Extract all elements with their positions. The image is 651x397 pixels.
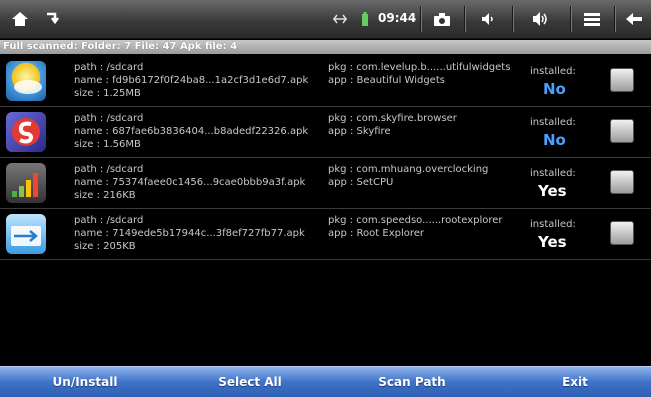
back-arrow-icon[interactable]	[618, 0, 650, 38]
battery-icon	[358, 0, 372, 38]
home-icon[interactable]	[6, 0, 34, 38]
select-all-button[interactable]: Select All	[185, 367, 315, 397]
skyfire-app-icon	[6, 112, 46, 152]
scan-summary: Full scanned: Folder: 7 File: 47 Apk fil…	[0, 40, 651, 54]
apk-package: pkg : com.levelup.b......utifulwidgets	[328, 62, 511, 73]
apk-size: size : 1.56MB	[74, 139, 141, 150]
apk-filename: name : 687fae6b3836404...b8adedf22326.ap…	[74, 126, 309, 137]
apk-filename: name : 75374faee0c1456...9cae0bbb9a3f.ap…	[74, 177, 306, 188]
root-explorer-app-icon	[6, 214, 46, 254]
list-item[interactable]: path : /sdcard name : 75374faee0c1456...…	[0, 158, 651, 209]
list-item[interactable]: path : /sdcard name : 7149ede5b17944c...…	[0, 209, 651, 260]
apk-package: pkg : com.skyfire.browser	[328, 113, 457, 124]
installed-status: No	[543, 80, 566, 98]
installed-label: installed:	[530, 66, 576, 77]
installed-status: No	[543, 131, 566, 149]
usb-icon	[330, 0, 350, 38]
apk-filename: name : 7149ede5b17944c...3f8ef727fb77.ap…	[74, 228, 305, 239]
exit-button[interactable]: Exit	[520, 367, 630, 397]
uninstall-button[interactable]: Un/Install	[20, 367, 150, 397]
clock: 09:44	[378, 11, 417, 25]
scan-path-button[interactable]: Scan Path	[347, 367, 477, 397]
apk-package: pkg : com.speedso......rootexplorer	[328, 215, 503, 226]
installed-label: installed:	[530, 168, 576, 179]
apk-app-name: app : Root Explorer	[328, 228, 425, 239]
volume-down-icon[interactable]	[468, 0, 508, 38]
apk-filename: name : fd9b6172f0f24ba8...1a2cf3d1e6d7.a…	[74, 75, 309, 86]
select-checkbox[interactable]	[610, 221, 634, 245]
list-item[interactable]: path : /sdcard name : fd9b6172f0f24ba8..…	[0, 56, 651, 107]
apk-size: size : 216KB	[74, 190, 136, 201]
installed-label: installed:	[530, 219, 576, 230]
select-checkbox[interactable]	[610, 119, 634, 143]
camera-icon[interactable]	[424, 0, 460, 38]
apk-path: path : /sdcard	[74, 164, 144, 175]
apk-app-name: app : SetCPU	[328, 177, 394, 188]
select-checkbox[interactable]	[610, 170, 634, 194]
apk-size: size : 1.25MB	[74, 88, 141, 99]
list-item[interactable]: path : /sdcard name : 687fae6b3836404...…	[0, 107, 651, 158]
apk-app-name: app : Skyfire	[328, 126, 391, 137]
select-checkbox[interactable]	[610, 68, 634, 92]
apk-path: path : /sdcard	[74, 62, 144, 73]
apk-app-name: app : Beautiful Widgets	[328, 75, 445, 86]
installed-status: Yes	[538, 182, 567, 200]
volume-up-icon[interactable]	[516, 0, 566, 38]
back-swap-icon[interactable]	[38, 0, 66, 38]
apk-path: path : /sdcard	[74, 113, 144, 124]
apk-package: pkg : com.mhuang.overclocking	[328, 164, 489, 175]
status-bar: 09:44	[0, 0, 651, 39]
apk-size: size : 205KB	[74, 241, 136, 252]
beautiful-widgets-app-icon	[6, 61, 46, 101]
bottom-action-bar: Un/Install Select All Scan Path Exit	[0, 366, 651, 397]
installed-label: installed:	[530, 117, 576, 128]
menu-icon[interactable]	[574, 0, 610, 38]
apk-path: path : /sdcard	[74, 215, 144, 226]
setcpu-app-icon	[6, 163, 46, 203]
installed-status: Yes	[538, 233, 567, 251]
